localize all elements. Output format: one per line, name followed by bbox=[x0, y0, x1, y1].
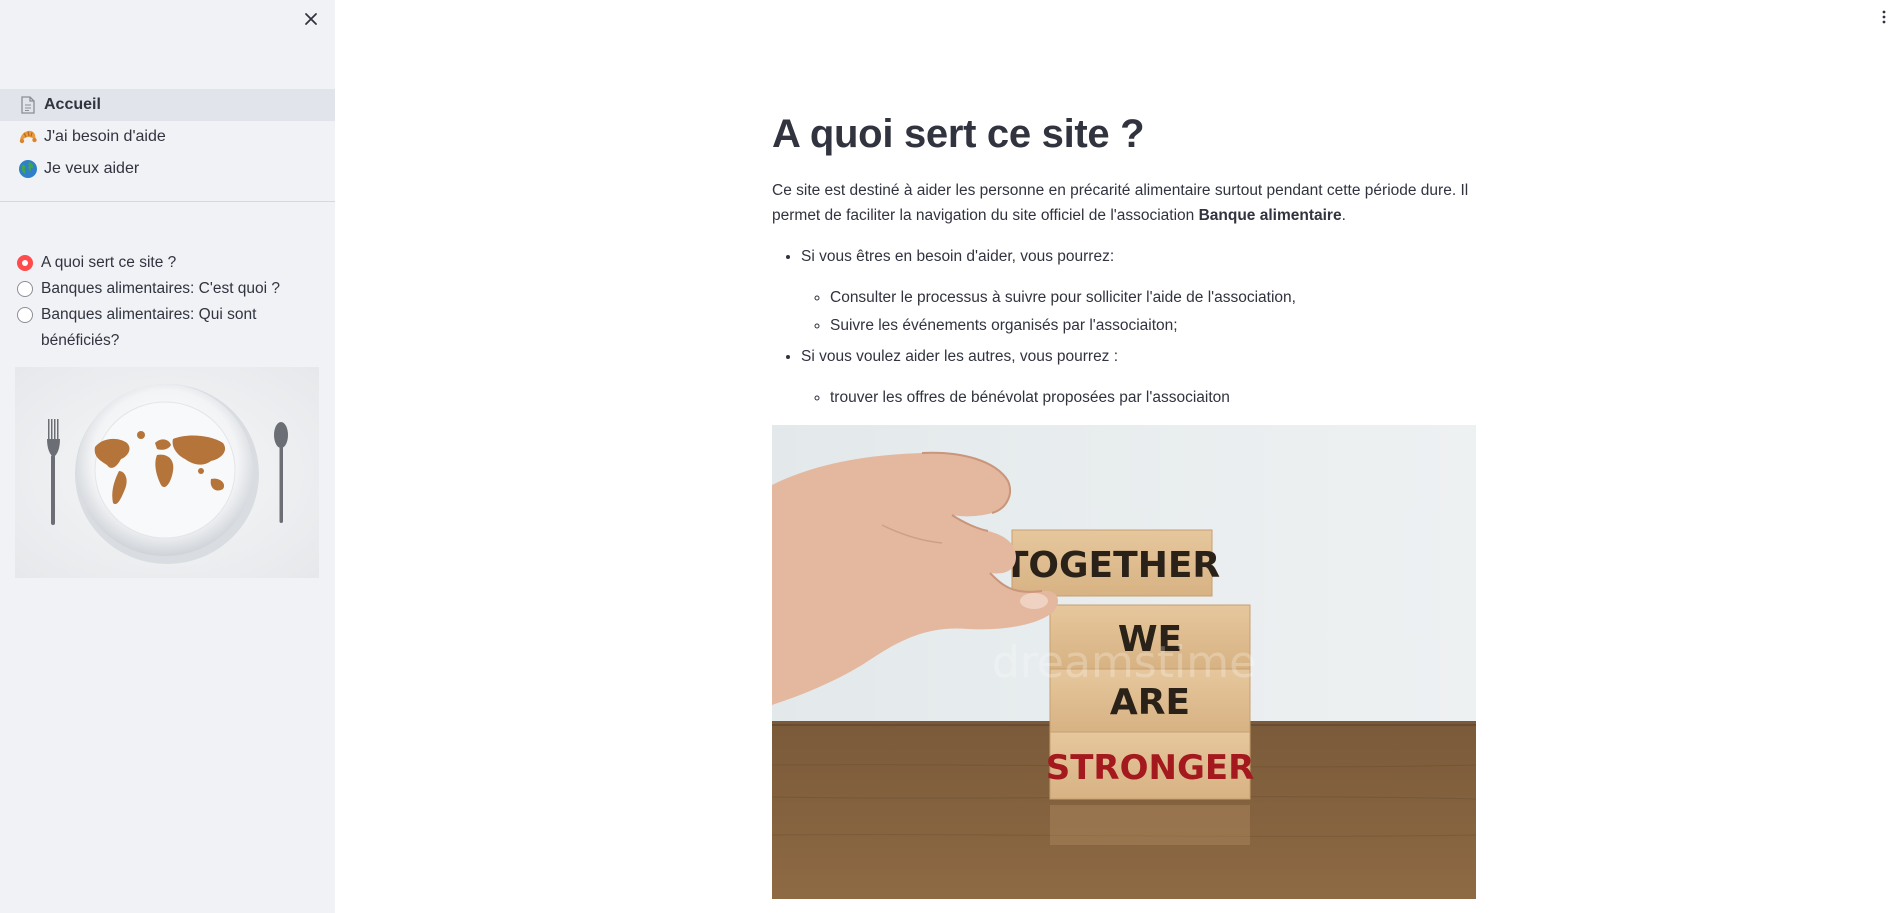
close-icon bbox=[305, 13, 317, 25]
section-radio-group: A quoi sert ce site ? Banques alimentair… bbox=[17, 250, 317, 354]
main-menu-button[interactable] bbox=[1879, 8, 1888, 26]
radio-option-cest-quoi[interactable]: Banques alimentaires: C'est quoi ? bbox=[17, 276, 317, 302]
app: Accueil J'ai besoin d'aide Je veux aider… bbox=[0, 0, 1888, 913]
nav-item-label: J'ai besoin d'aide bbox=[44, 128, 166, 145]
list-item-text: Si vous voulez aider les autres, vous po… bbox=[801, 348, 1119, 365]
radio-option-beneficies[interactable]: Banques alimentaires: Qui sont bénéficié… bbox=[17, 302, 317, 354]
intro-end: . bbox=[1341, 207, 1346, 224]
radio-unchecked-icon bbox=[17, 281, 33, 297]
radio-checked-icon bbox=[17, 255, 33, 271]
radio-label: Banques alimentaires: C'est quoi ? bbox=[41, 280, 281, 297]
plate-world-map-icon bbox=[15, 367, 319, 578]
block-text-stronger: STRONGER bbox=[1046, 748, 1255, 788]
feature-list: Si vous êtres en besoin d'aider, vous po… bbox=[772, 244, 1476, 410]
sub-list: trouver les offres de bénévolat proposée… bbox=[801, 385, 1476, 410]
sub-list: Consulter le processus à suivre pour sol… bbox=[801, 285, 1476, 338]
list-item: Si vous êtres en besoin d'aider, vous po… bbox=[801, 244, 1476, 338]
document-icon bbox=[18, 95, 38, 115]
list-item: Si vous voulez aider les autres, vous po… bbox=[801, 344, 1476, 410]
sidebar: Accueil J'ai besoin d'aide Je veux aider… bbox=[0, 0, 335, 913]
block-text-together: TOGETHER bbox=[1004, 545, 1220, 586]
close-sidebar-button[interactable] bbox=[298, 6, 324, 32]
nav-item-accueil[interactable]: Accueil bbox=[0, 89, 335, 121]
nav-item-veux-aider[interactable]: Je veux aider bbox=[0, 153, 335, 185]
together-blocks-image: TOGETHER WE ARE STRONGER dreamstime bbox=[772, 425, 1476, 899]
radio-label: A quoi sert ce site ? bbox=[41, 254, 177, 271]
hero-image: TOGETHER WE ARE STRONGER dreamstime bbox=[772, 425, 1476, 899]
list-item-text: Si vous êtres en besoin d'aider, vous po… bbox=[801, 248, 1115, 265]
sidebar-plate-image bbox=[15, 367, 319, 578]
sub-list-item: Consulter le processus à suivre pour sol… bbox=[830, 285, 1476, 310]
block-text-are: ARE bbox=[1110, 682, 1190, 723]
croissant-icon bbox=[18, 127, 38, 147]
nav-item-label: Accueil bbox=[44, 96, 101, 113]
page-navigation: Accueil J'ai besoin d'aide Je veux aider bbox=[0, 89, 335, 185]
intro-paragraph: Ce site est destiné à aider les personne… bbox=[772, 178, 1476, 228]
nav-item-besoin-aide[interactable]: J'ai besoin d'aide bbox=[0, 121, 335, 153]
globe-icon bbox=[18, 159, 38, 179]
intro-text: Ce site est destiné à aider les personne… bbox=[772, 182, 1469, 224]
more-vertical-icon bbox=[1882, 10, 1886, 24]
sub-list-item: Suivre les événements organisés par l'as… bbox=[830, 313, 1476, 338]
radio-label: Banques alimentaires: Qui sont bénéficié… bbox=[41, 306, 257, 349]
nav-item-label: Je veux aider bbox=[44, 160, 140, 177]
page-title: A quoi sert ce site ? bbox=[772, 112, 1145, 156]
main-content: A quoi sert ce site ? Ce site est destin… bbox=[772, 108, 1476, 416]
sidebar-divider bbox=[0, 201, 335, 202]
radio-unchecked-icon bbox=[17, 307, 33, 323]
radio-option-a-quoi-sert[interactable]: A quoi sert ce site ? bbox=[17, 250, 317, 276]
sub-list-item: trouver les offres de bénévolat proposée… bbox=[830, 385, 1476, 410]
intro-bold-text: Banque alimentaire bbox=[1198, 207, 1342, 224]
watermark-text: dreamstime bbox=[992, 637, 1256, 688]
